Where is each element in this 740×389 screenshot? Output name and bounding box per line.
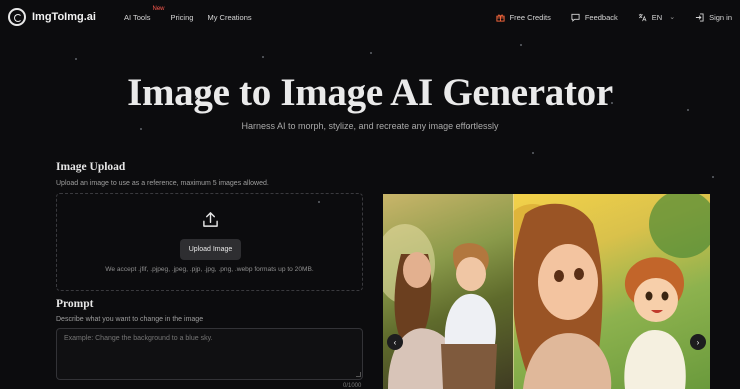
accepted-formats-note: We accept .jfif, .pjpeg, .jpeg, .pjp, .j…: [105, 266, 314, 273]
upload-image-button[interactable]: Upload Image: [180, 239, 241, 260]
prompt-input[interactable]: [56, 328, 363, 380]
chevron-left-icon: ‹: [393, 337, 397, 347]
prompt-section-title: Prompt: [56, 298, 94, 310]
upload-dropzone[interactable]: Upload Image We accept .jfif, .pjpeg, .j…: [56, 193, 363, 291]
message-icon: [571, 13, 580, 22]
nav-right: Free Credits Feedback EN ⌄ Sign in: [476, 13, 732, 22]
free-credits-label: Free Credits: [509, 12, 551, 22]
nav-link-my-creations[interactable]: My Creations: [207, 13, 251, 22]
logo-icon: [8, 8, 26, 26]
feedback-label: Feedback: [584, 12, 618, 22]
prompt-char-count: 0/1000: [343, 383, 362, 389]
example-image-carousel: ‹ ›: [383, 194, 710, 389]
page-title: Image to Image AI Generator: [127, 71, 613, 114]
chevron-right-icon: ›: [696, 337, 700, 347]
carousel-prev-button[interactable]: ‹: [387, 334, 403, 350]
sign-in-link[interactable]: Sign in: [695, 13, 732, 22]
textarea-resize-handle[interactable]: [356, 372, 361, 377]
translate-icon: [638, 13, 647, 21]
gift-icon: [496, 14, 505, 22]
nav-links: AI Tools New Pricing My Creations: [123, 6, 266, 22]
sign-in-icon: [695, 12, 704, 22]
nav-link-ai-tools[interactable]: AI Tools New: [123, 6, 165, 22]
language-label: EN: [651, 12, 663, 22]
upload-icon: [203, 212, 218, 227]
nav-link-label: AI Tools: [123, 12, 151, 22]
comparison-divider[interactable]: [513, 194, 514, 389]
brand-logo[interactable]: ImgToImg.ai: [8, 8, 96, 26]
prompt-section-description: Describe what you want to change in the …: [56, 316, 204, 323]
page-subtitle: Harness AI to morph, stylize, and recrea…: [241, 121, 499, 131]
original-photo: [383, 194, 513, 389]
cartoon-illustration: [503, 194, 710, 389]
language-selector[interactable]: EN ⌄: [638, 13, 675, 22]
carousel-next-button[interactable]: ›: [690, 334, 706, 350]
feedback-link[interactable]: Feedback: [571, 13, 618, 22]
upload-section-title: Image Upload: [56, 161, 126, 173]
free-credits-link[interactable]: Free Credits: [496, 13, 551, 22]
generated-cartoon-image: [503, 194, 710, 389]
sign-in-label: Sign in: [709, 12, 732, 22]
chevron-down-icon: ⌄: [669, 14, 676, 21]
top-navbar: ImgToImg.ai AI Tools New Pricing My Crea…: [0, 0, 740, 34]
photo-illustration: [383, 224, 497, 389]
new-badge: New: [152, 5, 165, 12]
nav-link-pricing[interactable]: Pricing: [171, 13, 194, 22]
brand-name: ImgToImg.ai: [32, 11, 96, 23]
upload-section-description: Upload an image to use as a reference, m…: [56, 180, 269, 187]
